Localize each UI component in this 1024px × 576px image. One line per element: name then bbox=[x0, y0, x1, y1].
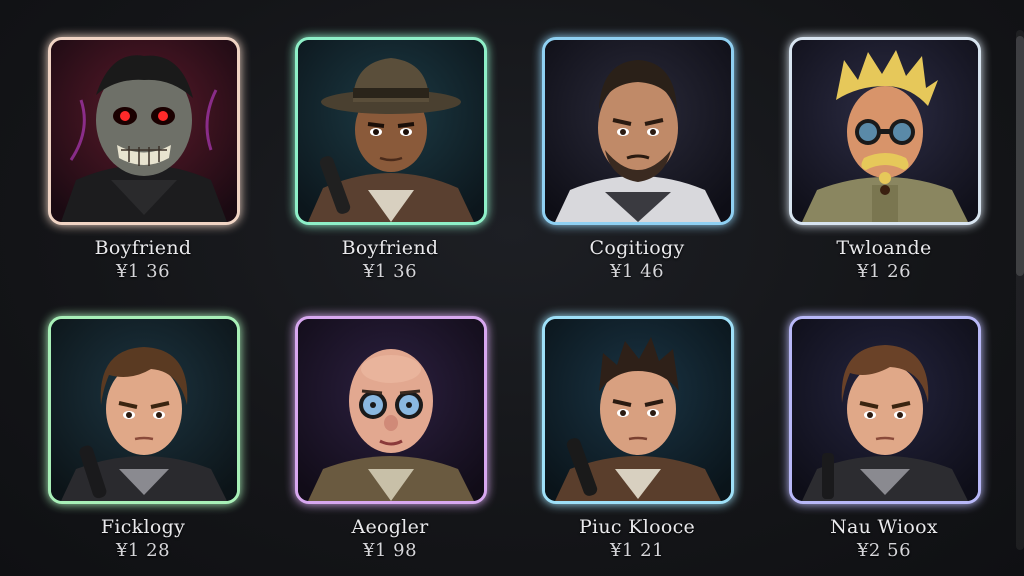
portrait-frame bbox=[295, 37, 487, 225]
character-price: ¥1 36 bbox=[115, 261, 171, 282]
character-name: Twloande bbox=[836, 237, 932, 259]
brown-hair-man-portrait-icon bbox=[792, 319, 978, 501]
character-card[interactable]: Boyfriend ¥1 36 bbox=[48, 37, 240, 282]
character-card[interactable]: Aeogler ¥1 98 bbox=[295, 316, 487, 561]
fedora-man-portrait-icon bbox=[298, 40, 484, 222]
portrait-frame bbox=[789, 37, 981, 225]
character-name: Boyfriend bbox=[341, 237, 439, 259]
character-price: ¥2 56 bbox=[856, 540, 912, 561]
character-name: Ficklogy bbox=[100, 516, 186, 538]
portrait-frame bbox=[48, 37, 240, 225]
portrait-frame bbox=[542, 316, 734, 504]
character-price: ¥1 21 bbox=[609, 540, 665, 561]
character-price: ¥1 28 bbox=[115, 540, 171, 561]
portrait-frame bbox=[295, 316, 487, 504]
bald-glasses-man-portrait-icon bbox=[298, 319, 484, 501]
character-name: Nau Wioox bbox=[830, 516, 938, 538]
character-card[interactable]: Piuc Klooce ¥1 21 bbox=[542, 316, 734, 561]
bearded-man-portrait-icon bbox=[545, 40, 731, 222]
zombie-portrait-icon bbox=[51, 40, 237, 222]
character-card[interactable]: Twloande ¥1 26 bbox=[789, 37, 981, 282]
goggles-blond-man-portrait-icon bbox=[792, 40, 978, 222]
scrollbar-thumb[interactable] bbox=[1016, 36, 1024, 276]
portrait-frame bbox=[48, 316, 240, 504]
character-card[interactable]: Boyfriend ¥1 36 bbox=[295, 37, 487, 282]
character-price: ¥1 98 bbox=[362, 540, 418, 561]
character-name: Piuc Klooce bbox=[578, 516, 696, 538]
portrait-frame bbox=[542, 37, 734, 225]
character-card[interactable]: Ficklogy ¥1 28 bbox=[48, 316, 240, 561]
spiky-hair-man-portrait-icon bbox=[545, 319, 731, 501]
brown-hair-boy-portrait-icon bbox=[51, 319, 237, 501]
character-price: ¥1 26 bbox=[856, 261, 912, 282]
character-price: ¥1 46 bbox=[609, 261, 665, 282]
character-name: Aeogler bbox=[351, 516, 429, 538]
character-grid: Boyfriend ¥1 36 Boyfriend ¥1 36 Cogitiog… bbox=[0, 0, 1024, 576]
character-name: Cogitiogy bbox=[589, 237, 685, 259]
character-name: Boyfriend bbox=[94, 237, 192, 259]
character-card[interactable]: Nau Wioox ¥2 56 bbox=[789, 316, 981, 561]
character-card[interactable]: Cogitiogy ¥1 46 bbox=[542, 37, 734, 282]
character-price: ¥1 36 bbox=[362, 261, 418, 282]
portrait-frame bbox=[789, 316, 981, 504]
